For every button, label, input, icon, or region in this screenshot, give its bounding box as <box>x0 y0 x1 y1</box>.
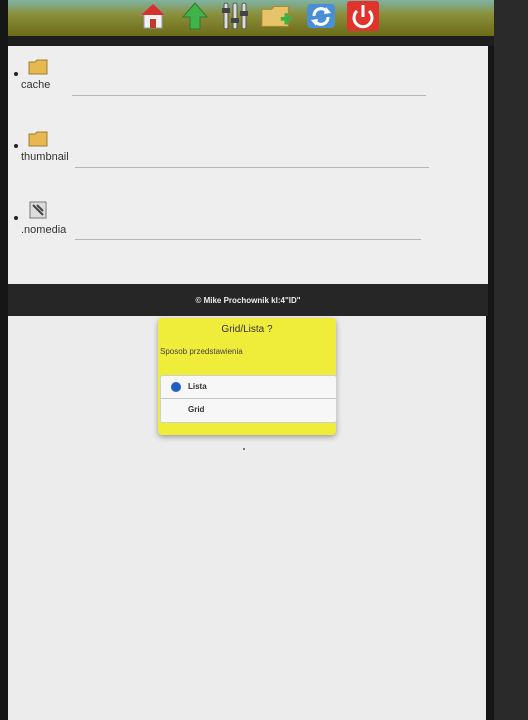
option-label: Lista <box>188 382 207 391</box>
file-item-cache[interactable]: cache <box>8 46 488 106</box>
dialog-message: Sposob przedstawienia <box>160 347 243 356</box>
option-lista[interactable]: Lista <box>161 376 336 398</box>
divider <box>75 239 421 240</box>
radio-selected-icon[interactable] <box>171 382 181 392</box>
divider <box>72 95 426 96</box>
option-grid[interactable]: Grid <box>161 399 336 421</box>
file-list: cache thumbnail .nomedia <box>8 46 488 284</box>
device-edge <box>494 0 528 720</box>
arrow-up-icon[interactable] <box>178 0 212 32</box>
new-folder-icon[interactable] <box>260 0 294 32</box>
bullet <box>14 72 18 76</box>
view-mode-dialog: Grid/Lista ? Sposob przedstawienia Lista… <box>158 318 337 435</box>
home-icon[interactable] <box>136 0 170 32</box>
dot <box>243 448 245 450</box>
toolbar-shadow <box>8 36 494 46</box>
file-label: .nomedia <box>21 224 67 236</box>
sliders-icon[interactable] <box>218 0 252 32</box>
divider <box>75 167 429 168</box>
dialog-title: Grid/Lista ? <box>221 324 273 335</box>
file-item-thumbnail[interactable]: thumbnail <box>8 118 488 178</box>
folder-icon <box>28 131 48 147</box>
option-label: Grid <box>188 405 205 414</box>
file-item-nomedia[interactable]: .nomedia <box>8 190 488 250</box>
refresh-icon[interactable] <box>304 0 338 32</box>
toolbar <box>8 0 494 36</box>
footer-credit: © Mike Prochownik kl:4"ID" <box>8 284 488 316</box>
option-list: Lista Grid <box>160 375 337 423</box>
file-icon <box>28 200 48 219</box>
bullet <box>14 144 18 148</box>
bullet <box>14 216 18 220</box>
file-label: cache <box>21 79 51 91</box>
power-icon[interactable] <box>346 0 380 32</box>
folder-icon <box>28 59 48 75</box>
file-label: thumbnail <box>21 151 69 163</box>
